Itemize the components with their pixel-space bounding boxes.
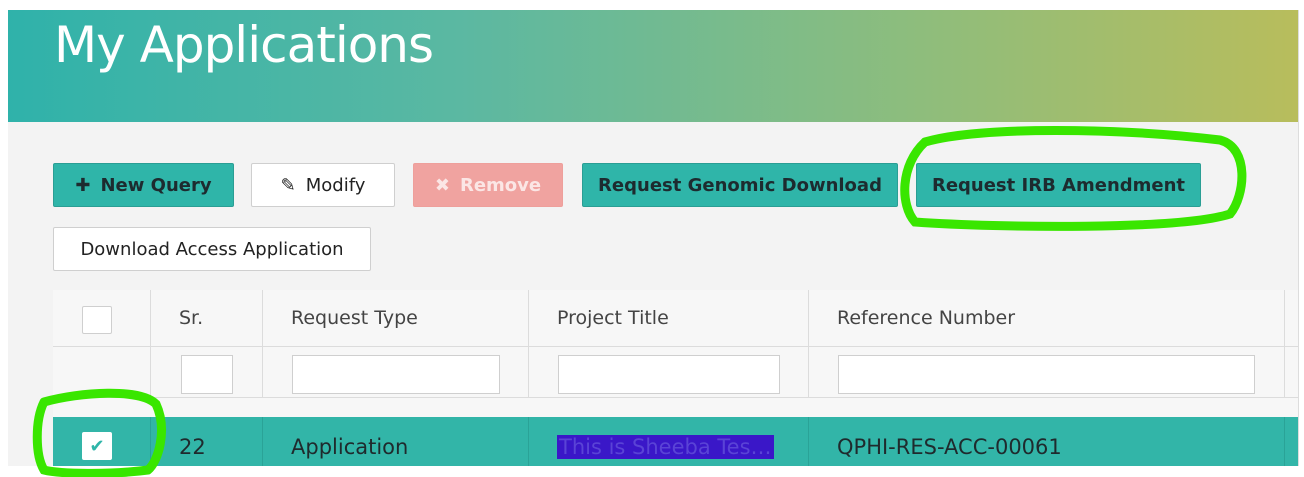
close-icon: ✖ — [434, 174, 450, 196]
filter-project-title-cell — [529, 347, 809, 397]
header-project-title[interactable]: Project Title — [529, 290, 809, 346]
download-access-application-label: Download Access Application — [80, 238, 344, 260]
page-title: My Applications — [54, 16, 434, 74]
filter-empty-cell — [53, 347, 151, 397]
select-all-checkbox[interactable] — [82, 306, 112, 334]
header-request-type[interactable]: Request Type — [263, 290, 529, 346]
remove-label: Remove — [459, 174, 542, 196]
header-sr[interactable]: Sr. — [151, 290, 263, 346]
row-project-title-cell: This is Sheeba Tes… — [529, 417, 809, 466]
row-sr: 22 — [151, 417, 263, 466]
table-header-row: Sr. Request Type Project Title Reference… — [53, 290, 1298, 347]
app-frame: My Applications ✚ New Query ✎ Modify ✖ R… — [8, 10, 1299, 466]
new-query-button[interactable]: ✚ New Query — [53, 163, 234, 207]
filter-sr-input[interactable] — [181, 355, 233, 394]
row-project-title: This is Sheeba Tes… — [557, 435, 774, 459]
edit-icon: ✎ — [280, 174, 296, 196]
request-irb-amendment-button[interactable]: Request IRB Amendment — [916, 163, 1201, 207]
row-checkbox[interactable]: ✔ — [82, 432, 112, 460]
table-row[interactable]: ✔ 22 Application This is Sheeba Tes… QPH… — [53, 417, 1298, 466]
check-icon: ✔ — [89, 435, 105, 457]
download-access-application-button[interactable]: Download Access Application — [53, 227, 371, 271]
header-reference-number[interactable]: Reference Number — [809, 290, 1285, 346]
modify-label: Modify — [305, 174, 366, 196]
page-header: My Applications — [8, 10, 1298, 122]
request-genomic-download-button[interactable]: Request Genomic Download — [582, 163, 898, 207]
header-select-cell — [53, 290, 151, 346]
remove-button[interactable]: ✖ Remove — [413, 163, 563, 207]
filter-request-type-input[interactable] — [292, 355, 500, 394]
filter-request-type-cell — [263, 347, 529, 397]
row-reference-number: QPHI-RES-ACC-00061 — [809, 417, 1285, 466]
request-irb-amendment-label: Request IRB Amendment — [931, 174, 1186, 196]
applications-table: Sr. Request Type Project Title Reference… — [53, 290, 1298, 466]
modify-button[interactable]: ✎ Modify — [251, 163, 395, 207]
row-select-cell: ✔ — [53, 417, 151, 466]
request-genomic-download-label: Request Genomic Download — [598, 174, 882, 196]
row-request-type: Application — [263, 417, 529, 466]
filter-reference-number-cell — [809, 347, 1285, 397]
filter-reference-number-input[interactable] — [838, 355, 1255, 394]
table-filter-row — [53, 347, 1298, 398]
new-query-label: New Query — [100, 174, 212, 196]
plus-icon: ✚ — [75, 174, 91, 196]
filter-sr-cell — [151, 347, 263, 397]
filter-project-title-input[interactable] — [558, 355, 780, 394]
